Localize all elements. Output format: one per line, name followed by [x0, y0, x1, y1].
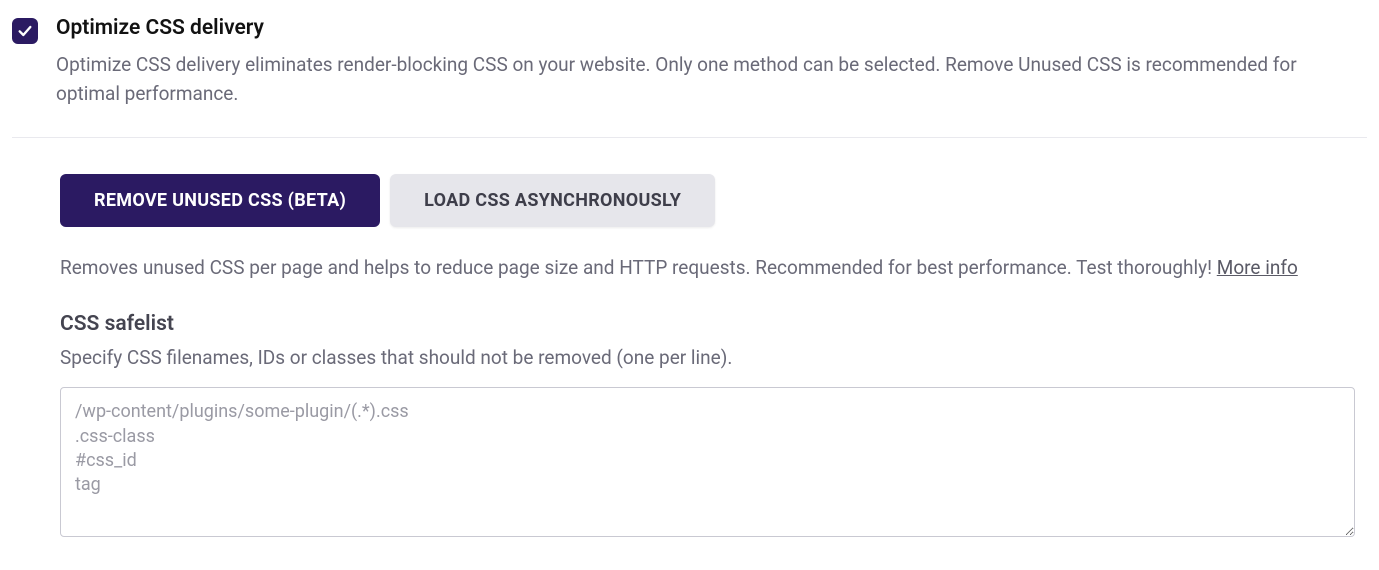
css-safelist-title: CSS safelist	[60, 312, 1367, 336]
optimize-css-row: Optimize CSS delivery Optimize CSS deliv…	[12, 16, 1367, 138]
check-icon	[17, 23, 33, 39]
more-info-link[interactable]: More info	[1217, 256, 1298, 279]
optimize-css-checkbox[interactable]	[12, 18, 38, 44]
tab-load-css-async[interactable]: LOAD CSS ASYNCHRONOUSLY	[390, 174, 715, 227]
optimize-css-description: Optimize CSS delivery eliminates render-…	[56, 50, 1336, 109]
tab-description-text: Removes unused CSS per page and helps to…	[60, 256, 1217, 279]
tab-description: Removes unused CSS per page and helps to…	[60, 253, 1367, 282]
css-method-tabs: REMOVE UNUSED CSS (BETA) LOAD CSS ASYNCH…	[60, 174, 1367, 227]
css-safelist-input[interactable]	[60, 387, 1355, 537]
optimize-css-title: Optimize CSS delivery	[56, 16, 1367, 40]
tab-remove-unused-css[interactable]: REMOVE UNUSED CSS (BETA)	[60, 174, 380, 227]
css-safelist-description: Specify CSS filenames, IDs or classes th…	[60, 346, 1367, 369]
